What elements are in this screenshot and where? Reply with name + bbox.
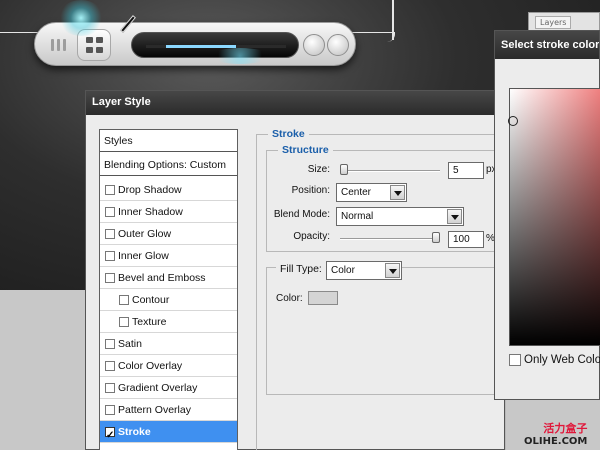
checkbox[interactable]	[105, 229, 115, 239]
style-item-gradient-overlay[interactable]: Gradient Overlay	[100, 377, 237, 399]
color-swatch[interactable]	[308, 291, 338, 305]
chevron-down-icon[interactable]	[447, 209, 462, 224]
opacity-slider-track[interactable]	[340, 238, 440, 240]
checkbox[interactable]	[119, 317, 129, 327]
fill-type-label: Fill Type:	[276, 263, 326, 275]
wire-line-vertical	[392, 0, 394, 40]
style-item-drop-shadow[interactable]: Drop Shadow	[100, 179, 237, 201]
styles-list: Styles Blending Options: Custom Drop Sha…	[99, 129, 238, 450]
glow-effect	[58, 0, 104, 36]
style-item-contour[interactable]: Contour	[100, 289, 237, 311]
size-input[interactable]: 5	[448, 162, 484, 179]
checkbox[interactable]	[105, 273, 115, 283]
stroke-section-title: Stroke	[268, 128, 309, 140]
checkbox[interactable]	[119, 295, 129, 305]
position-select[interactable]: Center	[336, 183, 407, 202]
chevron-down-icon[interactable]	[390, 185, 405, 200]
checkbox[interactable]	[509, 354, 521, 366]
checkbox[interactable]	[105, 185, 115, 195]
position-label: Position:	[291, 185, 330, 196]
glow-effect	[210, 48, 270, 64]
structure-title: Structure	[278, 144, 333, 156]
fill-group	[266, 267, 506, 395]
checkbox[interactable]	[105, 339, 115, 349]
checkbox[interactable]	[105, 405, 115, 415]
checkbox[interactable]	[105, 383, 115, 393]
opacity-slider-thumb[interactable]	[432, 232, 440, 243]
dialog-title: Layer Style	[86, 91, 504, 115]
style-item-inner-shadow[interactable]: Inner Shadow	[100, 201, 237, 223]
watermark: 活力盒子 OLIHE.COM	[524, 422, 588, 447]
opacity-label: Opacity:	[293, 231, 330, 242]
fill-type-select[interactable]: Color	[326, 261, 402, 280]
checkbox[interactable]	[105, 251, 115, 261]
style-item-bevel-emboss[interactable]: Bevel and Emboss	[100, 267, 237, 289]
checkbox[interactable]	[105, 361, 115, 371]
knob-icon	[303, 34, 325, 56]
size-slider-thumb[interactable]	[340, 164, 348, 175]
color-label: Color:	[276, 293, 303, 304]
color-field[interactable]	[509, 88, 600, 346]
style-item-pattern-overlay[interactable]: Pattern Overlay	[100, 399, 237, 421]
color-selector-circle-icon[interactable]	[508, 116, 518, 126]
layer-style-dialog: Layer Style Styles Blending Options: Cus…	[85, 90, 506, 450]
opacity-input[interactable]: 100	[448, 231, 484, 248]
style-item-outer-glow[interactable]: Outer Glow	[100, 223, 237, 245]
only-web-colors-option[interactable]: Only Web Colors	[509, 354, 600, 366]
blending-options-item[interactable]: Blending Options: Custom	[100, 154, 237, 176]
checkbox[interactable]	[105, 207, 115, 217]
chevron-down-icon[interactable]	[385, 263, 400, 278]
blend-mode-select[interactable]: Normal	[336, 207, 464, 226]
knob-icon	[327, 34, 349, 56]
style-item-color-overlay[interactable]: Color Overlay	[100, 355, 237, 377]
style-item-satin[interactable]: Satin	[100, 333, 237, 355]
tab-layers[interactable]: Layers	[535, 16, 572, 29]
checkbox[interactable]	[105, 425, 115, 447]
size-slider-track[interactable]	[340, 170, 440, 172]
style-item-inner-glow[interactable]: Inner Glow	[100, 245, 237, 267]
blend-mode-label: Blend Mode:	[273, 209, 330, 220]
grip-icon	[51, 39, 77, 51]
color-picker-title: Select stroke color:	[495, 31, 599, 59]
style-item-texture[interactable]: Texture	[100, 311, 237, 333]
color-picker-dialog: Select stroke color: Only Web Colors	[494, 30, 600, 400]
style-item-stroke[interactable]: Stroke	[100, 421, 237, 447]
size-label: Size:	[307, 164, 330, 175]
styles-header[interactable]: Styles	[100, 130, 237, 152]
